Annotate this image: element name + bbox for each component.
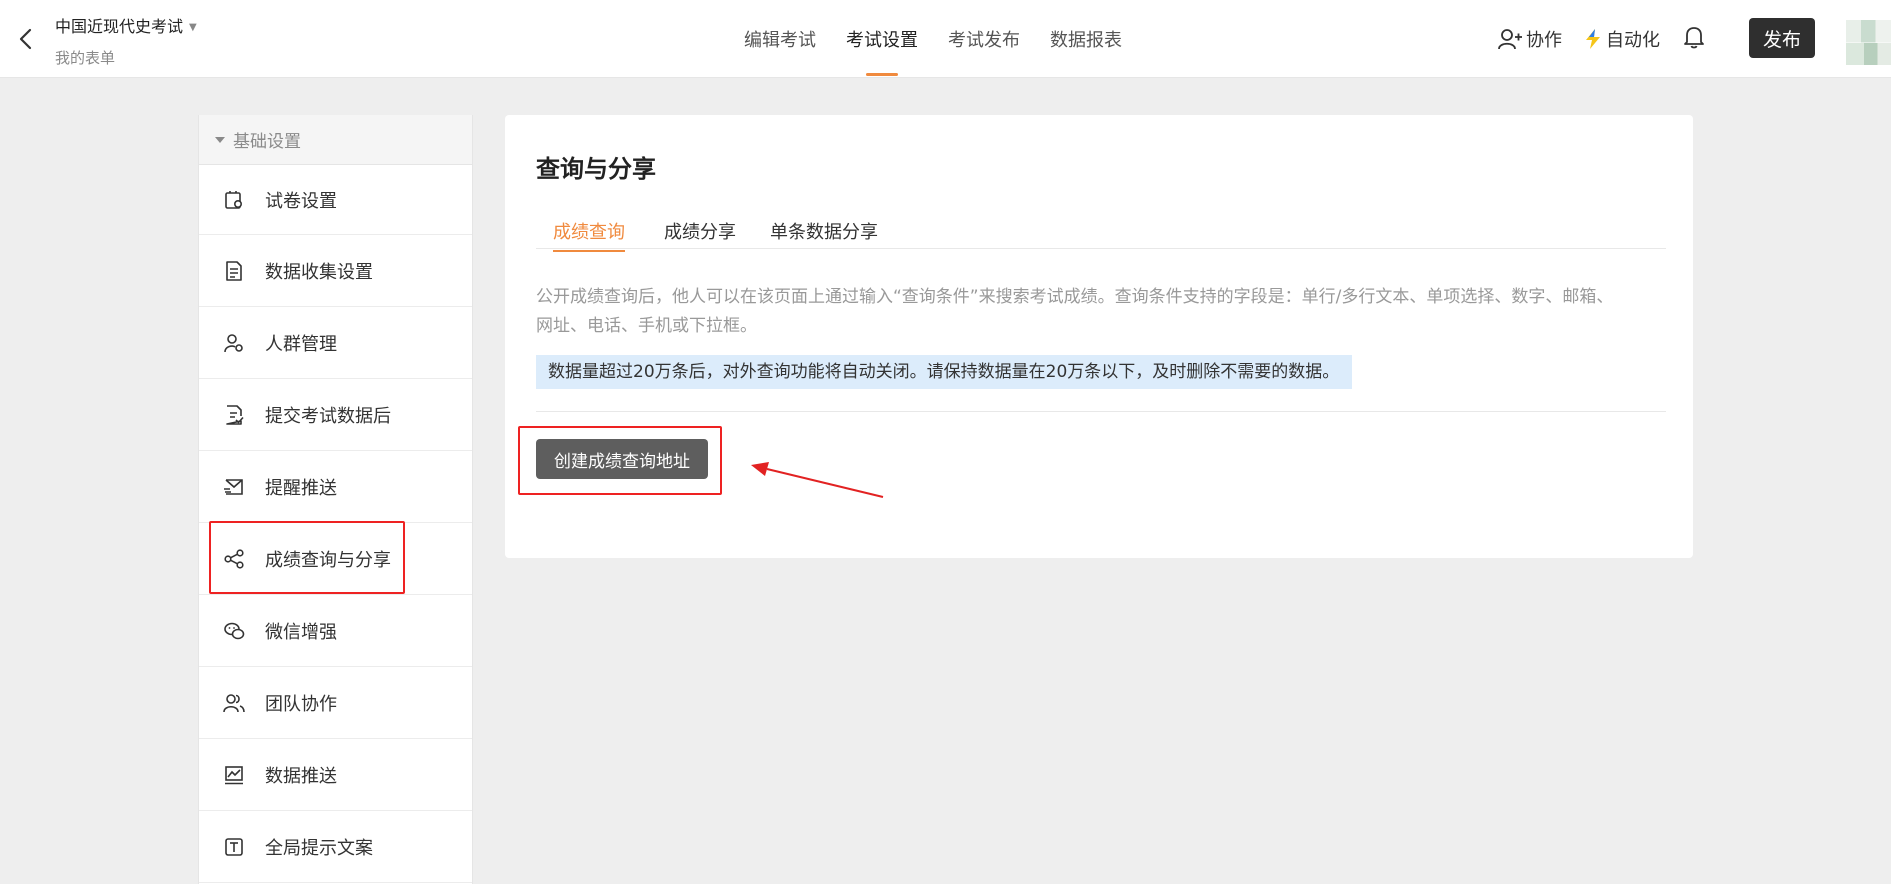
sidebar-item-label: 团队协作 [265, 693, 337, 715]
publish-button[interactable]: 发布 [1749, 18, 1815, 58]
team-icon [223, 693, 245, 712]
description-line: 网址、电话、手机或下拉框。 [536, 316, 757, 336]
query-share-tabs: 成绩查询 成绩分享 单条数据分享 [536, 218, 1666, 252]
divider [536, 411, 1666, 412]
collaborate-button[interactable]: 协作 [1497, 26, 1562, 52]
sidebar-item-paper-settings[interactable]: 试卷设置 [199, 165, 472, 235]
sidebar-item-after-submit[interactable]: 提交考试数据后 [199, 379, 472, 451]
sidebar-section-basic[interactable]: 基础设置 [199, 115, 472, 165]
sidebar-item-label: 提醒推送 [265, 477, 337, 499]
tab-edit-exam[interactable]: 编辑考试 [744, 26, 816, 52]
add-user-icon [1498, 29, 1522, 50]
sidebar-item-label: 数据推送 [265, 765, 337, 787]
lightning-icon [1586, 29, 1600, 49]
sidebar-item-data-push[interactable]: 数据推送 [199, 739, 472, 811]
sidebar-item-score-query-share[interactable]: 成绩查询与分享 [199, 523, 472, 595]
tab-score-query[interactable]: 成绩查询 [553, 218, 625, 252]
sidebar-item-audience[interactable]: 人群管理 [199, 307, 472, 379]
breadcrumb-my-forms[interactable]: 我的表单 [55, 47, 115, 68]
wechat-icon [224, 622, 245, 639]
paper-settings-icon [225, 190, 243, 209]
document-check-icon [226, 404, 244, 425]
sidebar-item-label: 微信增强 [265, 621, 337, 643]
tab-single-data-share[interactable]: 单条数据分享 [770, 218, 878, 244]
chart-push-icon [225, 765, 243, 784]
collaborate-label: 协作 [1526, 30, 1562, 51]
bell-icon[interactable] [1682, 24, 1706, 54]
top-bar: 中国近现代史考试 ▼ 我的表单 编辑考试 考试设置 考试发布 数据报表 协作 自动… [0, 0, 1891, 78]
automation-button[interactable]: 自动化 [1583, 26, 1660, 52]
tab-data-report[interactable]: 数据报表 [1050, 26, 1122, 52]
form-title[interactable]: 中国近现代史考试 ▼ [55, 13, 197, 37]
caret-down-icon [215, 136, 225, 143]
automation-label: 自动化 [1606, 30, 1660, 51]
sidebar-item-global-tips[interactable]: 全局提示文案 [199, 811, 472, 883]
settings-sidebar: 基础设置 试卷设置 数据收集设置 人群管理 提交考试数据后 提醒推送 成绩查询与… [198, 115, 473, 884]
text-box-icon [225, 837, 243, 856]
sidebar-item-label: 提交考试数据后 [265, 405, 391, 427]
sidebar-item-data-collection[interactable]: 数据收集设置 [199, 235, 472, 307]
back-arrow-icon[interactable] [12, 24, 40, 54]
data-limit-notice: 数据量超过20万条后，对外查询功能将自动关闭。请保持数据量在20万条以下，及时删… [536, 355, 1353, 389]
tab-exam-settings[interactable]: 考试设置 [846, 26, 918, 76]
score-query-description: 公开成绩查询后，他人可以在该页面上通过输入“查询条件”来搜索考试成绩。查询条件支… [536, 283, 1666, 341]
avatar[interactable] [1846, 20, 1891, 65]
tab-score-share[interactable]: 成绩分享 [664, 218, 736, 244]
page-title: 查询与分享 [536, 155, 656, 183]
form-title-text: 中国近现代史考试 [55, 17, 184, 36]
description-line: 公开成绩查询后，他人可以在该页面上通过输入“查询条件”来搜索考试成绩。查询条件支… [536, 287, 1614, 307]
sidebar-item-wechat[interactable]: 微信增强 [199, 595, 472, 667]
sidebar-item-team[interactable]: 团队协作 [199, 667, 472, 739]
user-settings-icon [224, 333, 243, 352]
sidebar-item-label: 数据收集设置 [265, 261, 373, 283]
sidebar-item-reminder-push[interactable]: 提醒推送 [199, 451, 472, 523]
sidebar-item-label: 人群管理 [265, 333, 337, 355]
tab-exam-publish[interactable]: 考试发布 [948, 26, 1020, 52]
sidebar-item-label: 全局提示文案 [265, 837, 373, 859]
query-share-panel: 查询与分享 成绩查询 成绩分享 单条数据分享 公开成绩查询后，他人可以在该页面上… [505, 115, 1693, 558]
sidebar-section-label: 基础设置 [233, 132, 301, 152]
sidebar-item-label: 成绩查询与分享 [265, 549, 391, 571]
sidebar-item-label: 试卷设置 [265, 190, 337, 212]
main-nav-tabs: 编辑考试 考试设置 考试发布 数据报表 [744, 26, 1152, 76]
document-icon [226, 260, 242, 281]
create-score-query-url-button[interactable]: 创建成绩查询地址 [536, 439, 708, 479]
send-mail-icon [224, 478, 243, 495]
share-icon [224, 548, 244, 569]
caret-down-icon[interactable]: ▼ [189, 22, 197, 33]
